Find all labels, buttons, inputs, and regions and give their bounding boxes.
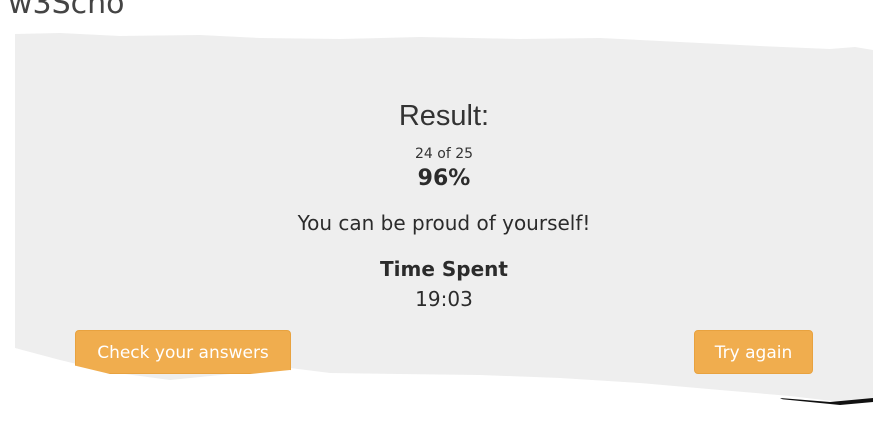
score-count: 24 of 25 — [414, 146, 474, 162]
result-panel: Result: 24 of 25 96% You can be proud of… — [15, 30, 873, 390]
time-spent-label: Time Spent — [380, 257, 508, 281]
score-percent: 96% — [417, 166, 471, 191]
torn-shadow-bottom-right — [780, 398, 873, 428]
result-title: Result: — [398, 100, 490, 132]
try-again-button[interactable]: Try again — [694, 330, 813, 374]
screenshot-stage: w3Scho Result: 24 of 25 96% You can be p… — [0, 0, 891, 433]
result-message: You can be proud of yourself! — [297, 211, 591, 235]
check-answers-button[interactable]: Check your answers — [75, 330, 291, 374]
time-spent-value: 19:03 — [415, 287, 473, 311]
